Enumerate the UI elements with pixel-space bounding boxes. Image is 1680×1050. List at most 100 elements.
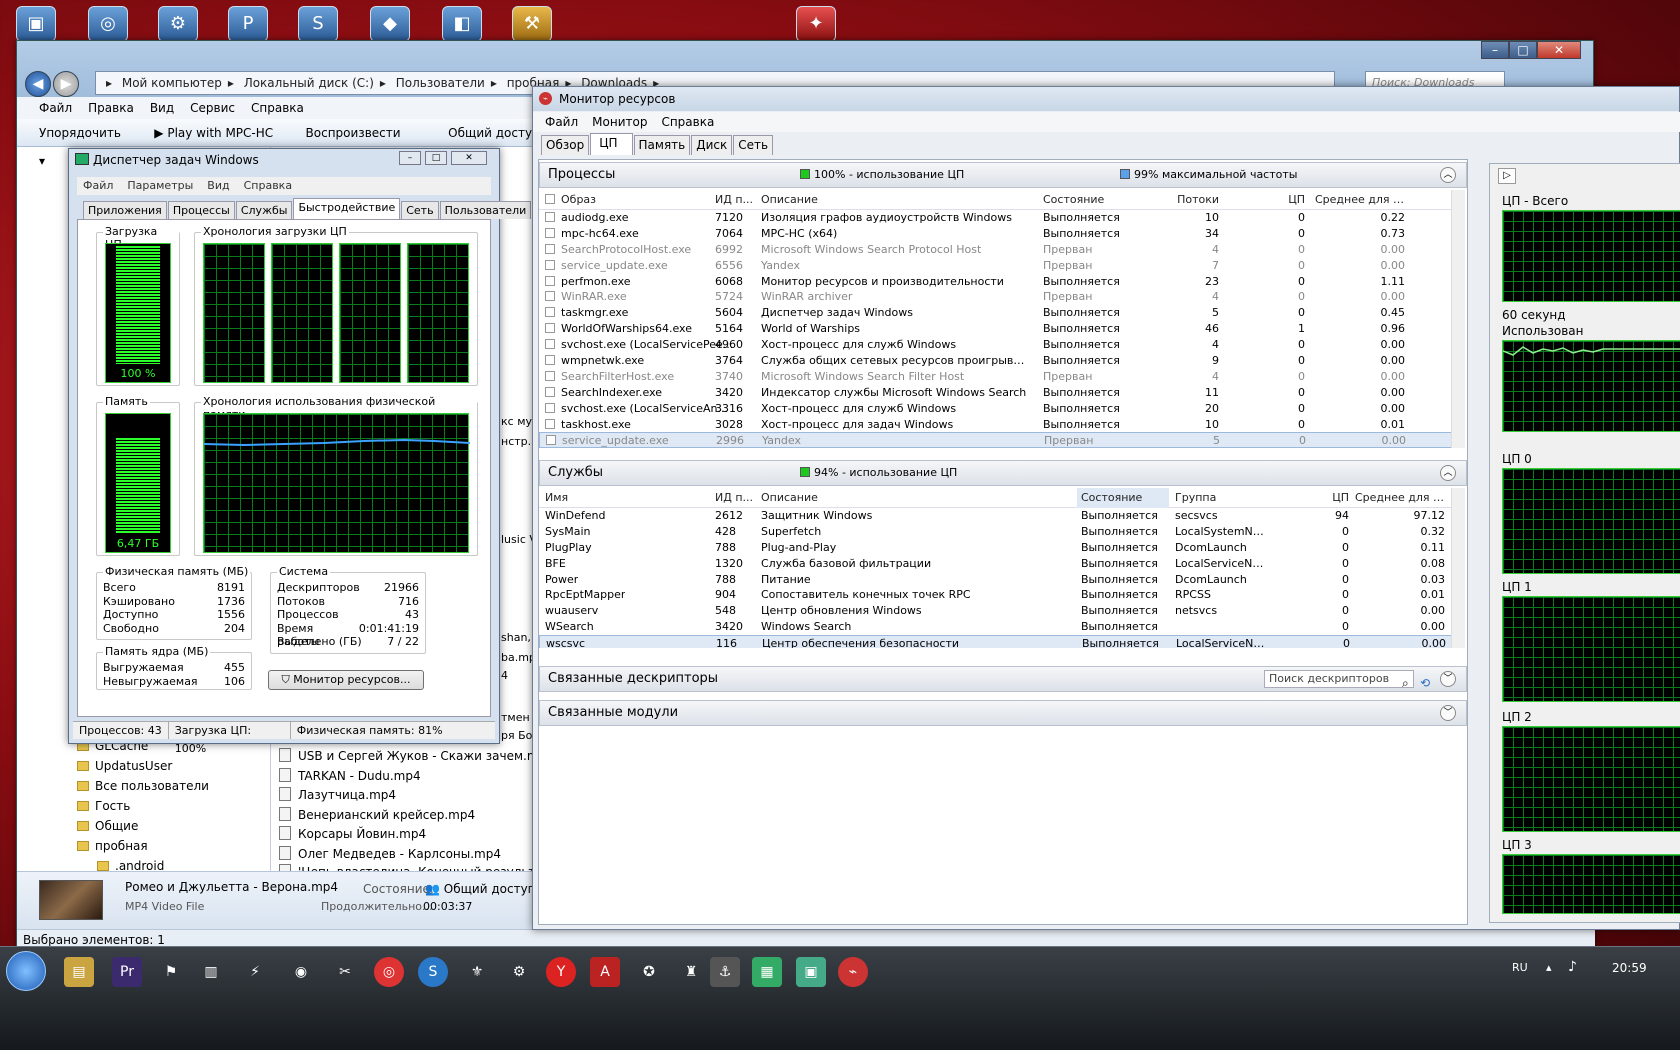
pdf-icon[interactable]: A (590, 957, 620, 987)
checkbox[interactable] (546, 435, 556, 446)
checkbox[interactable] (545, 243, 555, 254)
play-button[interactable]: ▶ Play with MPC-HC ▾ (154, 119, 279, 168)
table-row[interactable]: RpcEptMapper 904 Сопоставитель конечных то… (539, 587, 1454, 603)
table-row[interactable]: SysMain 428 Superfetch Выполняется LocalSyst… (539, 524, 1454, 540)
minimize-button[interactable]: – (1481, 41, 1509, 59)
close-button[interactable]: ✕ (451, 151, 487, 165)
search-icon[interactable]: ⌕ (1402, 671, 1409, 695)
checkbox[interactable] (545, 370, 555, 381)
column-header[interactable]: Описание (761, 190, 818, 210)
tool-icon[interactable]: ⚑ (156, 957, 186, 987)
tab-network[interactable]: Сеть (733, 135, 774, 155)
table-row[interactable]: perfmon.exe 6068 Монитор ресурсов и произв… (539, 274, 1454, 290)
start-button[interactable] (6, 951, 46, 991)
file-item[interactable]: Лазутчица.mp4 (279, 787, 396, 802)
column-header[interactable]: Образ (545, 190, 596, 210)
browser-icon[interactable]: ◎ (374, 957, 404, 987)
skype-icon[interactable]: S (418, 957, 448, 987)
checkbox[interactable] (545, 323, 555, 334)
chevron-down-icon[interactable]: ﹀ (1440, 671, 1456, 687)
menu-help[interactable]: Справка (251, 97, 304, 119)
tab-services[interactable]: Службы (235, 201, 293, 219)
tab-overview[interactable]: Обзор (541, 135, 590, 155)
breadcrumb-item[interactable]: Мой компьютер (122, 76, 222, 90)
menu-file[interactable]: Файл (83, 177, 113, 195)
menu-options[interactable]: Параметры (127, 177, 193, 195)
refresh-icon[interactable]: ⟲ (1420, 671, 1430, 695)
app-icon[interactable]: ◧ (442, 6, 482, 42)
checkbox[interactable] (545, 275, 555, 286)
app-icon[interactable]: ◆ (370, 6, 410, 42)
menu-tools[interactable]: Сервис (190, 97, 235, 119)
app-icon[interactable]: ⚙ (504, 957, 534, 987)
checkbox[interactable] (545, 386, 555, 397)
file-item[interactable]: USB и Сергей Жуков - Скажи зачем.mp4 (279, 748, 554, 763)
chevron-right-icon[interactable]: ▷ (1498, 168, 1516, 184)
nav-item[interactable]: UpdatusUser (77, 759, 172, 773)
nav-item[interactable]: Общие (77, 819, 138, 833)
services-header[interactable]: Службы 94% - использование ЦП ︿ (539, 460, 1467, 486)
table-row[interactable]: PlugPlay 788 Plug-and-Play Выполняется DcomL… (539, 540, 1454, 556)
checkbox[interactable] (545, 194, 555, 204)
minimize-button[interactable]: – (399, 151, 421, 165)
app-icon[interactable]: ⚡ (240, 957, 270, 987)
back-button[interactable]: ◀ (25, 71, 51, 97)
app-icon[interactable]: S (298, 6, 338, 42)
forward-button[interactable]: ▶ (53, 71, 79, 97)
app-icon[interactable]: ⚙ (158, 6, 198, 42)
table-row[interactable]: service_update.exe 6556 Yandex Прерван 7 0 0.0… (539, 258, 1454, 274)
computer-icon[interactable]: ▣ (16, 6, 56, 42)
tab-applications[interactable]: Приложения (83, 201, 167, 219)
menu-file[interactable]: Файл (545, 112, 578, 132)
tray-arrow-icon[interactable]: ▴ (1546, 961, 1552, 974)
app-icon[interactable]: ✪ (634, 957, 664, 987)
handle-search-input[interactable]: Поиск дескрипторов (1264, 670, 1414, 688)
menu-edit[interactable]: Правка (88, 97, 134, 119)
game-icon[interactable]: ✦ (796, 6, 836, 42)
resource-monitor-button[interactable]: ⛉ Монитор ресурсов... (268, 670, 424, 690)
play-all-button[interactable]: Воспроизвести все (306, 119, 423, 168)
table-row[interactable]: WinRAR.exe 5724 WinRAR archiver Прерван 4 0 0.… (539, 289, 1454, 305)
app-icon[interactable]: ✂ (330, 957, 360, 987)
breadcrumb-item[interactable]: Локальный диск (C:) (244, 76, 374, 90)
column-header[interactable]: ИД п... (715, 190, 753, 210)
checkbox[interactable] (545, 402, 555, 413)
checkbox[interactable] (545, 307, 555, 318)
app-icon[interactable]: ⚓ (710, 957, 740, 987)
table-row[interactable]: svchost.exe (LocalServicePee... 4960 Хост-… (539, 337, 1454, 353)
column-header[interactable]: ЦП (1233, 190, 1305, 210)
chevron-down-icon[interactable]: ﹀ (1440, 705, 1456, 721)
tab-processes[interactable]: Процессы (167, 201, 235, 219)
app-icon[interactable]: ♜ (676, 957, 706, 987)
breadcrumb-item[interactable]: Пользователи (396, 76, 485, 90)
menu-file[interactable]: Файл (39, 97, 72, 119)
menu-monitor[interactable]: Монитор (592, 112, 647, 132)
yandex-icon[interactable]: Y (546, 957, 576, 987)
table-row[interactable]: WSearch 3420 Windows Search Выполняется 0 0.0… (539, 619, 1454, 635)
column-header[interactable]: Имя (545, 488, 568, 508)
column-header[interactable]: Среднее для ЦП (1315, 190, 1405, 210)
checkbox[interactable] (545, 259, 555, 270)
table-row[interactable]: svchost.exe (LocalServiceAn... 3316 Хост-п… (539, 401, 1454, 417)
menu-view[interactable]: Вид (150, 97, 174, 119)
table-row[interactable]: wmpnetwk.exe 3764 Служба общих сетевых рес… (539, 353, 1454, 369)
maximize-button[interactable]: □ (425, 151, 447, 165)
app-icon[interactable]: ◉ (286, 957, 316, 987)
column-header[interactable]: Описание (761, 488, 818, 508)
table-row[interactable]: SearchIndexer.exe 3420 Индексатор службы M… (539, 385, 1454, 401)
premiere-icon[interactable]: Pr (112, 957, 142, 987)
column-header[interactable]: ИД п... (715, 488, 753, 508)
game-icon[interactable]: ⚜ (462, 957, 492, 987)
column-header[interactable]: Группа (1175, 488, 1216, 508)
table-row[interactable]: service_update.exe 2996 Yandex Прерван 5 0 0.0… (539, 432, 1454, 449)
scrollbar[interactable] (1451, 190, 1465, 448)
column-header[interactable]: Состояние (1043, 190, 1104, 210)
nav-item[interactable]: Гость (77, 799, 130, 813)
clock[interactable]: 20:59 (1612, 961, 1647, 975)
table-row[interactable]: taskhost.exe 3028 Хост-процесс для задач W… (539, 417, 1454, 433)
explorer-icon[interactable]: ▤ (64, 957, 94, 987)
table-row[interactable]: WorldOfWarships64.exe 5164 World of Warshi… (539, 321, 1454, 337)
app-icon[interactable]: P (228, 6, 268, 42)
maximize-button[interactable]: □ (1509, 41, 1537, 59)
volume-icon[interactable]: ♪ (1568, 959, 1577, 975)
